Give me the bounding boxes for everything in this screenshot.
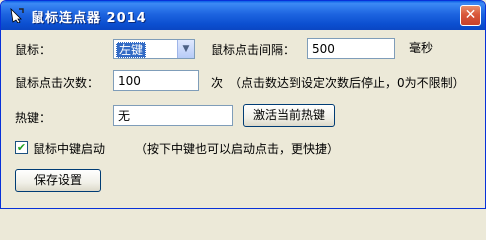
mouse-button-label: 鼠标： (15, 43, 52, 57)
hotkey-label: 热键： (15, 111, 52, 125)
app-icon (10, 7, 24, 23)
interval-label: 鼠标点击间隔： (211, 43, 296, 57)
title-bar[interactable]: 鼠标连点器 2014 ✕ (1, 1, 485, 30)
middle-button-hint: （按下中键也可以启动点击，更快捷） (135, 142, 340, 156)
close-icon: ✕ (464, 7, 477, 23)
count-hint: （点击数达到设定次数后停止，0为不限制） (229, 76, 465, 90)
interval-unit: 毫秒 (409, 41, 434, 55)
close-button[interactable]: ✕ (460, 5, 481, 26)
mouse-button-selected: 左键 (116, 42, 147, 58)
activate-hotkey-button[interactable]: 激活当前热键 (243, 104, 335, 127)
interval-input[interactable] (307, 38, 395, 59)
chevron-down-icon[interactable]: ▼ (177, 40, 194, 58)
count-unit: 次 (211, 76, 224, 90)
window-title: 鼠标连点器 2014 (31, 11, 147, 26)
save-settings-button[interactable]: 保存设置 (15, 169, 101, 192)
count-label: 鼠标点击次数： (15, 76, 100, 90)
app-window: 鼠标连点器 2014 ✕ 鼠标： 左键 ▼ 鼠标点击间隔： 毫秒 鼠标点击次数：… (0, 0, 486, 209)
middle-button-label[interactable]: 鼠标中键启动 (33, 140, 105, 157)
count-input[interactable] (113, 70, 199, 91)
middle-button-checkbox[interactable]: ✔ (15, 141, 28, 154)
hotkey-input[interactable] (113, 105, 233, 126)
mouse-button-select[interactable]: 左键 ▼ (113, 39, 195, 59)
